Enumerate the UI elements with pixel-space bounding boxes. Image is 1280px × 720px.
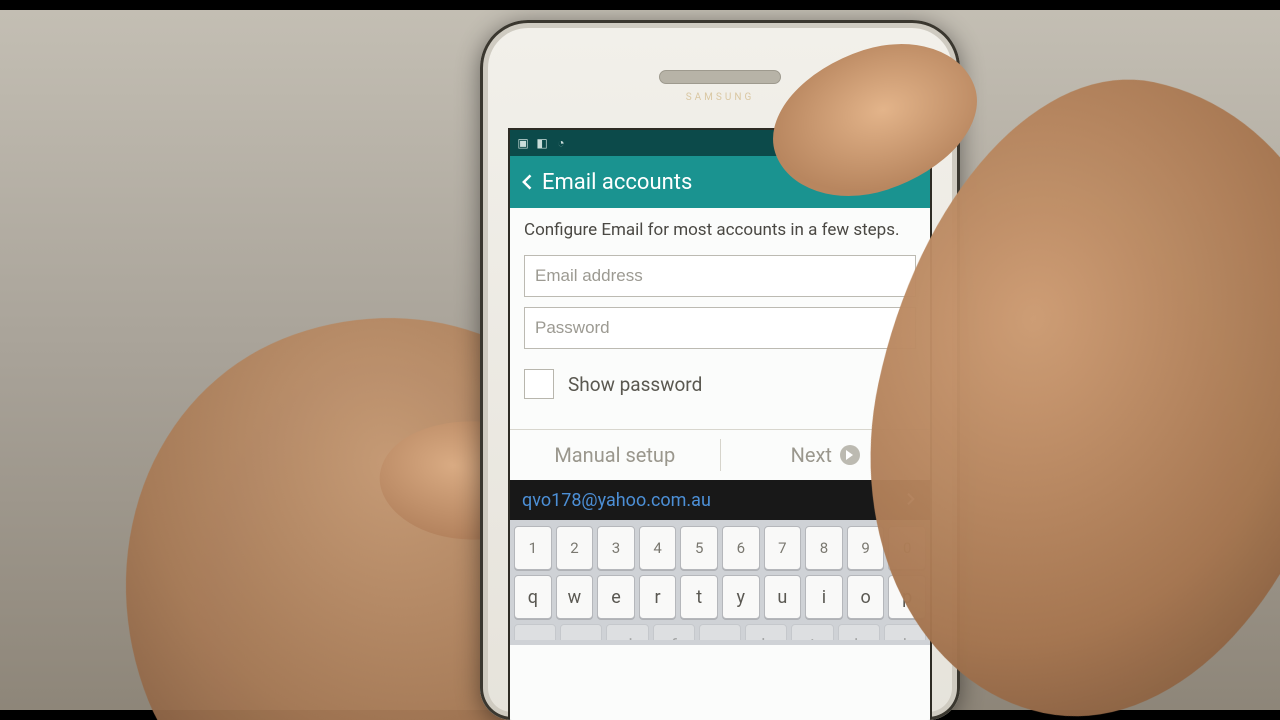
show-password-checkbox[interactable] — [524, 369, 554, 399]
keyboard-row-partial: asdfghjkl — [514, 624, 926, 640]
page-title: Email accounts — [542, 170, 692, 195]
keyboard-key[interactable]: j — [791, 624, 833, 640]
manual-setup-label: Manual setup — [554, 443, 675, 467]
phone-screen: ▣ ◧ ◔ ⏰ 82% 10:5 — [508, 128, 932, 720]
keyboard-key[interactable]: 2 — [556, 526, 594, 570]
back-icon[interactable] — [518, 172, 536, 192]
show-password-row[interactable]: Show password — [524, 369, 916, 399]
keyboard-key[interactable]: o — [847, 575, 885, 619]
next-label: Next — [791, 443, 832, 467]
show-password-label: Show password — [568, 373, 702, 396]
keyboard-key[interactable]: k — [838, 624, 880, 640]
keyboard-key[interactable]: f — [653, 624, 695, 640]
email-field[interactable] — [524, 255, 916, 297]
keyboard-key[interactable]: 3 — [597, 526, 635, 570]
keyboard-key[interactable]: s — [560, 624, 602, 640]
keyboard-key[interactable]: w — [556, 575, 594, 619]
keyboard-key[interactable]: 6 — [722, 526, 760, 570]
keyboard-key[interactable]: t — [680, 575, 718, 619]
letterbox — [0, 0, 1280, 10]
keyboard-key[interactable]: a — [514, 624, 556, 640]
keyboard-row-numbers: 1234567890 — [514, 526, 926, 570]
notification-icon: ◧ — [535, 136, 549, 150]
keyboard-key[interactable]: u — [764, 575, 802, 619]
keyboard-key[interactable]: i — [805, 575, 843, 619]
keyboard-key[interactable]: 8 — [805, 526, 843, 570]
keyboard-key[interactable]: r — [639, 575, 677, 619]
keyboard-suggestion-bar[interactable]: qvo178@yahoo.com.au — [510, 480, 930, 520]
password-field[interactable] — [524, 307, 916, 349]
keyboard-key[interactable]: 7 — [764, 526, 802, 570]
keyboard: 1234567890 qwertyuiop asdfghjkl — [510, 520, 930, 645]
notification-icon: ◔ — [554, 136, 568, 150]
keyboard-row-top: qwertyuiop — [514, 575, 926, 619]
keyboard-key[interactable]: g — [699, 624, 741, 640]
speaker-grill — [659, 70, 781, 84]
keyboard-key[interactable]: d — [606, 624, 648, 640]
notification-icon: ▣ — [516, 136, 530, 150]
keyboard-key[interactable]: 4 — [639, 526, 677, 570]
keyboard-key[interactable]: e — [597, 575, 635, 619]
brand-label: SAMSUNG — [686, 92, 755, 103]
keyboard-key[interactable]: h — [745, 624, 787, 640]
content-area: Configure Email for most accounts in a f… — [510, 208, 930, 399]
manual-setup-button[interactable]: Manual setup — [510, 443, 720, 467]
chevron-right-icon — [840, 445, 860, 465]
instructions-text: Configure Email for most accounts in a f… — [524, 220, 916, 241]
keyboard-key[interactable]: y — [722, 575, 760, 619]
keyboard-suggestion[interactable]: qvo178@yahoo.com.au — [522, 490, 711, 511]
keyboard-key[interactable]: q — [514, 575, 552, 619]
bottom-button-bar: Manual setup Next — [510, 429, 930, 480]
keyboard-key[interactable]: 1 — [514, 526, 552, 570]
keyboard-key[interactable]: 5 — [680, 526, 718, 570]
